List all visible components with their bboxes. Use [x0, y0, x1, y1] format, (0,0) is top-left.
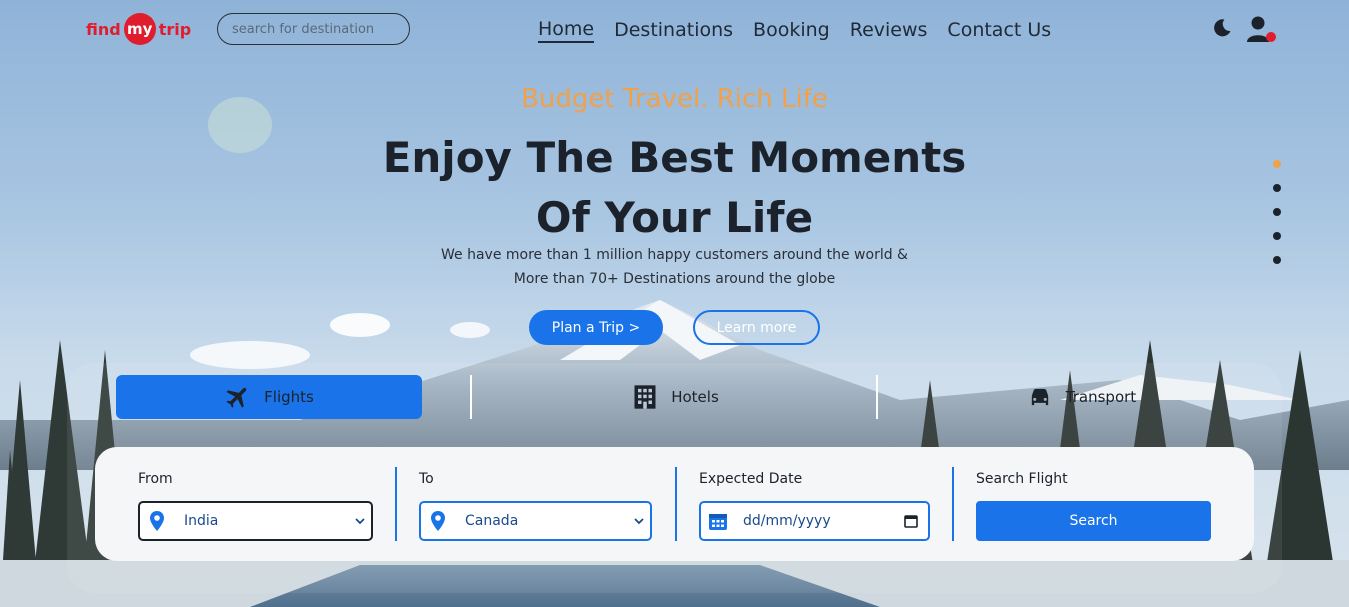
- tab-hotels[interactable]: Hotels: [522, 375, 828, 419]
- tab-hotels-label: Hotels: [671, 388, 719, 406]
- field-divider: [675, 467, 677, 541]
- hero-subtext-line1: We have more than 1 million happy custom…: [441, 247, 908, 263]
- date-label: Expected Date: [699, 471, 803, 487]
- from-label: From: [138, 471, 173, 487]
- flight-search-form: From India To Canada Expected Date dd/mm…: [95, 447, 1254, 561]
- hero-subtext: We have more than 1 million happy custom…: [0, 243, 1349, 291]
- location-pin-icon: [431, 511, 445, 531]
- nav-contact-us[interactable]: Contact Us: [947, 19, 1051, 41]
- tab-flights-label: Flights: [264, 388, 314, 406]
- brand-logo[interactable]: find my trip: [86, 13, 192, 45]
- tab-divider: [470, 375, 472, 419]
- from-select[interactable]: India: [138, 501, 373, 541]
- nav-reviews[interactable]: Reviews: [850, 19, 928, 41]
- user-icon[interactable]: [1246, 15, 1278, 43]
- slider-dot[interactable]: [1273, 232, 1281, 240]
- hero-headline-line1: Enjoy The Best Moments: [382, 133, 967, 182]
- learn-more-button[interactable]: Learn more: [693, 310, 820, 345]
- chevron-down-icon: [634, 518, 644, 525]
- nav-home[interactable]: Home: [538, 18, 595, 43]
- main-nav: Home Destinations Booking Reviews Contac…: [538, 16, 1051, 44]
- plan-trip-button[interactable]: Plan a Trip >: [529, 310, 663, 345]
- calendar-icon: [709, 514, 727, 530]
- slider-dots: [1273, 160, 1281, 264]
- logo-text-trip: trip: [158, 19, 192, 39]
- field-divider: [395, 467, 397, 541]
- to-value: Canada: [465, 513, 519, 529]
- hero-subtext-line2: More than 70+ Destinations around the gl…: [513, 271, 836, 287]
- search-button[interactable]: Search: [976, 501, 1211, 541]
- tab-transport[interactable]: Transport: [928, 375, 1234, 419]
- tab-transport-label: Transport: [1065, 388, 1137, 406]
- plane-icon: [226, 387, 247, 408]
- building-icon: [634, 385, 656, 409]
- hero-headline-line2: Of Your Life: [535, 193, 814, 242]
- from-value: India: [184, 513, 219, 529]
- moon-icon[interactable]: [1212, 18, 1232, 38]
- date-placeholder: dd/mm/yyyy: [743, 513, 831, 529]
- slider-dot[interactable]: [1273, 160, 1281, 168]
- slider-dot[interactable]: [1273, 184, 1281, 192]
- date-picker-icon[interactable]: [904, 514, 918, 528]
- nav-destinations[interactable]: Destinations: [614, 19, 733, 41]
- notification-dot: [1266, 32, 1276, 42]
- search-input[interactable]: [217, 13, 410, 45]
- to-select[interactable]: Canada: [419, 501, 652, 541]
- field-divider: [952, 467, 954, 541]
- hero-headline: Enjoy The Best Moments Of Your Life: [0, 128, 1349, 248]
- slider-dot[interactable]: [1273, 208, 1281, 216]
- nav-booking[interactable]: Booking: [753, 19, 830, 41]
- logo-text-find: find: [86, 19, 121, 39]
- tab-flights[interactable]: Flights: [116, 375, 422, 419]
- location-pin-icon: [150, 511, 164, 531]
- search-flight-label: Search Flight: [976, 471, 1068, 487]
- date-input[interactable]: dd/mm/yyyy: [699, 501, 930, 541]
- slider-dot[interactable]: [1273, 256, 1281, 264]
- hero-tagline: Budget Travel. Rich Life: [521, 84, 828, 114]
- tab-divider: [876, 375, 878, 419]
- logo-text-my: my: [123, 13, 156, 45]
- car-icon: [1031, 388, 1048, 406]
- to-label: To: [419, 471, 434, 487]
- chevron-down-icon: [355, 518, 365, 525]
